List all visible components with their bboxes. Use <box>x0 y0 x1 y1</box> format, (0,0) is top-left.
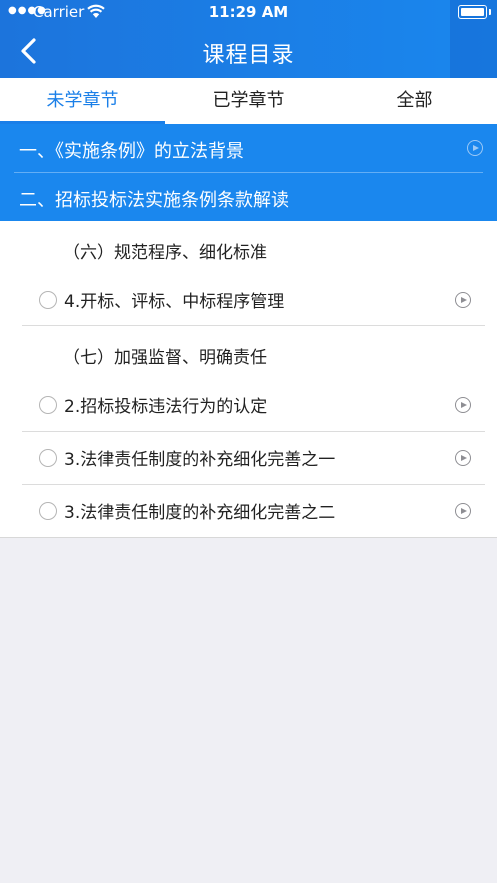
lesson-item[interactable]: 2.招标投标违法行为的认定 <box>0 379 497 431</box>
tab-learned[interactable]: 已学章节 <box>166 78 331 124</box>
battery-icon <box>458 5 491 19</box>
radio-circle-icon[interactable] <box>39 396 57 414</box>
lesson-item[interactable]: 3.法律责任制度的补充细化完善之一 <box>0 432 497 484</box>
navigation-header: ●●●● Carrier 11:29 AM 课程目录 <box>0 0 497 78</box>
play-circle-icon[interactable] <box>455 503 471 519</box>
chapter-1-title: 一、《实施条例》的立法背景 <box>19 141 244 162</box>
lesson-title: 3.法律责任制度的补充细化完善之一 <box>64 450 336 470</box>
section-title-7: （七）加强监督、明确责任 <box>63 348 267 368</box>
row-divider <box>22 325 485 326</box>
play-circle-icon <box>467 140 483 156</box>
tab-unlearned[interactable]: 未学章节 <box>0 78 165 124</box>
lesson-title: 3.法律责任制度的补充细化完善之二 <box>64 503 336 523</box>
lesson-item[interactable]: 4.开标、评标、中标程序管理 <box>0 274 497 326</box>
radio-circle-icon[interactable] <box>39 449 57 467</box>
chapter-row-1[interactable]: 一、《实施条例》的立法背景 <box>0 124 497 173</box>
section-title-6: （六）规范程序、细化标准 <box>63 243 267 263</box>
status-time: 11:29 AM <box>208 3 289 21</box>
play-circle-icon[interactable] <box>455 397 471 413</box>
lesson-item[interactable]: 3.法律责任制度的补充细化完善之二 <box>0 485 497 537</box>
tab-learned-label: 已学章节 <box>212 90 285 111</box>
radio-circle-icon[interactable] <box>39 502 57 520</box>
lesson-title: 4.开标、评标、中标程序管理 <box>64 292 285 312</box>
tab-bar: 未学章节 已学章节 全部 <box>0 78 497 124</box>
play-circle-icon[interactable] <box>455 450 471 466</box>
chapter-2-title: 二、招标投标法实施条例条款解读 <box>19 190 289 211</box>
status-bar: ●●●● Carrier 11:29 AM <box>0 0 497 24</box>
page-title: 课程目录 <box>202 43 295 68</box>
radio-circle-icon[interactable] <box>39 291 57 309</box>
play-circle-icon[interactable] <box>455 292 471 308</box>
tab-all-label: 全部 <box>396 90 433 111</box>
tab-all[interactable]: 全部 <box>332 78 497 124</box>
lesson-title: 2.招标投标违法行为的认定 <box>64 397 268 417</box>
chapter-row-2[interactable]: 二、招标投标法实施条例条款解读 <box>0 173 497 221</box>
tab-unlearned-label: 未学章节 <box>46 90 119 111</box>
lesson-list: （六）规范程序、细化标准 4.开标、评标、中标程序管理 （七）加强监督、明确责任… <box>0 221 497 538</box>
